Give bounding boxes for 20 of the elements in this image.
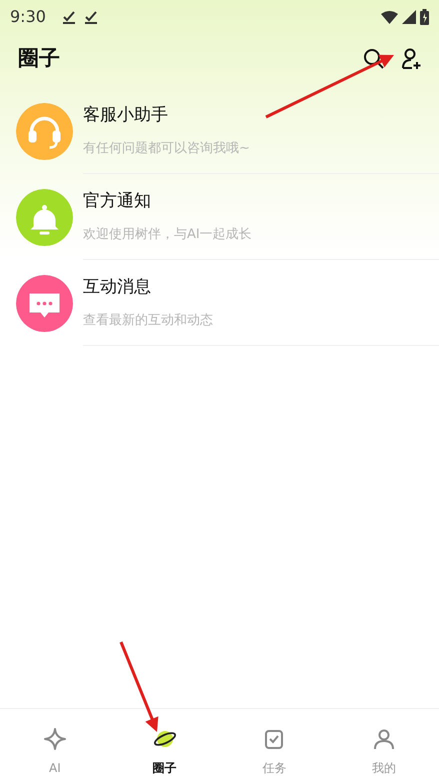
sparkle-icon — [42, 727, 67, 751]
conversation-preview: 有任何问题都可以咨询我哦~ — [83, 140, 251, 158]
add-friend-icon[interactable] — [401, 48, 423, 70]
conversation-name: 官方通知 — [83, 190, 152, 213]
page-title: 圈子 — [18, 45, 60, 72]
conversation-preview: 查看最新的互动和动态 — [83, 312, 214, 330]
download-done-icon — [84, 10, 98, 24]
conversation-item[interactable]: 互动消息 查看最新的互动和动态 — [83, 260, 439, 346]
wifi-icon — [381, 10, 398, 24]
battery-icon — [420, 9, 429, 25]
signal-icon — [402, 10, 416, 24]
conversation-name: 客服小助手 — [83, 104, 169, 127]
search-icon[interactable] — [363, 48, 385, 70]
conversation-item[interactable]: 官方通知 欢迎使用树伴，与AI一起成长 — [83, 174, 439, 260]
status-time: 9:30 — [10, 6, 46, 28]
conversation-item[interactable]: 客服小助手 有任何问题都可以咨询我哦~ — [83, 88, 439, 174]
conversation-name: 互动消息 — [83, 276, 152, 299]
conversation-preview: 欢迎使用树伴，与AI一起成长 — [83, 226, 253, 244]
person-icon — [372, 727, 396, 751]
download-done-icon — [62, 10, 76, 24]
